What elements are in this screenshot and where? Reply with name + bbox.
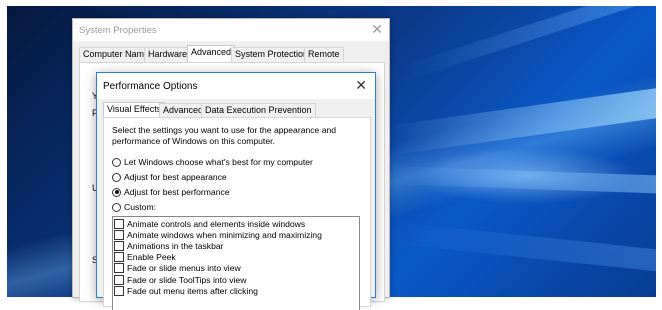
radio-custom[interactable]: Custom: (112, 201, 156, 213)
intro-text: Select the settings you want to use for … (112, 125, 337, 146)
checkbox[interactable] (114, 262, 124, 273)
wallpaper-light-beam (387, 166, 656, 195)
window-title: System Properties (79, 25, 157, 36)
checklist-item-label: Fade or slide ToolTips into view (127, 274, 247, 285)
wallpaper-light-beam (387, 221, 656, 274)
tab-hardware[interactable]: Hardware (144, 47, 192, 62)
visual-effects-panel: Select the settings you want to use for … (103, 117, 371, 310)
tab-advanced[interactable]: Advanced (187, 45, 236, 62)
checkbox[interactable] (114, 251, 124, 262)
tab-data-execution-prevention[interactable]: Data Execution Prevention (201, 103, 316, 117)
radio-label: Adjust for best appearance (124, 172, 227, 182)
checkbox[interactable] (114, 229, 124, 240)
tab-remote[interactable]: Remote (304, 47, 344, 62)
radio-button-selected[interactable] (112, 187, 121, 197)
wallpaper-light-beam (387, 83, 656, 156)
tab-advanced[interactable]: Advanced (159, 103, 208, 117)
tab-computer-name[interactable]: Computer Name (79, 47, 154, 62)
checklist-item-label: Fade out menu items after clicking (127, 285, 258, 296)
radio-let-windows-choose[interactable]: Let Windows choose what's best for my co… (112, 156, 313, 168)
checklist-item[interactable]: Enable Peek (114, 251, 176, 262)
radio-label: Custom: (124, 202, 156, 212)
checklist-item-label: Animations in the taskbar (127, 240, 224, 251)
checklist-item[interactable]: Fade or slide ToolTips into view (114, 274, 246, 285)
dialog-title: Performance Options (103, 81, 198, 92)
radio-label: Adjust for best performance (124, 187, 230, 197)
tab-visual-effects[interactable]: Visual Effects (103, 102, 166, 118)
checkbox[interactable] (114, 240, 124, 251)
visual-effects-checklist[interactable]: Animate controls and elements inside win… (112, 216, 360, 310)
checklist-item-label: Fade or slide menus into view (127, 262, 241, 273)
checklist-item-label: Animate controls and elements inside win… (127, 218, 306, 229)
checkbox[interactable] (114, 285, 124, 296)
radio-best-appearance[interactable]: Adjust for best appearance (112, 171, 227, 183)
checklist-item[interactable]: Animate windows when minimizing and maxi… (114, 229, 322, 240)
checklist-item[interactable]: Animate controls and elements inside win… (114, 218, 305, 229)
performance-options-dialog: Performance Options ✕ Visual Effects Adv… (96, 72, 376, 310)
checkbox[interactable] (114, 218, 124, 229)
checklist-item-label: Animate windows when minimizing and maxi… (127, 229, 322, 240)
wallpaper-light-beam (402, 6, 656, 82)
checklist-item[interactable]: Fade out menu items after clicking (114, 285, 258, 296)
performance-options-titlebar[interactable]: Performance Options ✕ (97, 73, 375, 99)
radio-button[interactable] (112, 172, 121, 182)
radio-button[interactable] (112, 202, 121, 212)
radio-label: Let Windows choose what's best for my co… (124, 157, 313, 167)
checklist-item-label: Enable Peek (127, 251, 176, 262)
close-icon[interactable]: ✕ (371, 21, 383, 38)
checklist-item[interactable]: Fade or slide menus into view (114, 262, 241, 273)
tab-system-protection[interactable]: System Protection (231, 47, 313, 62)
radio-button[interactable] (112, 157, 121, 167)
checklist-item[interactable]: Animations in the taskbar (114, 240, 224, 251)
radio-best-performance[interactable]: Adjust for best performance (112, 186, 230, 198)
system-properties-titlebar[interactable]: System Properties ✕ (73, 19, 389, 41)
close-icon[interactable]: ✕ (355, 77, 367, 94)
checkbox[interactable] (114, 274, 124, 285)
